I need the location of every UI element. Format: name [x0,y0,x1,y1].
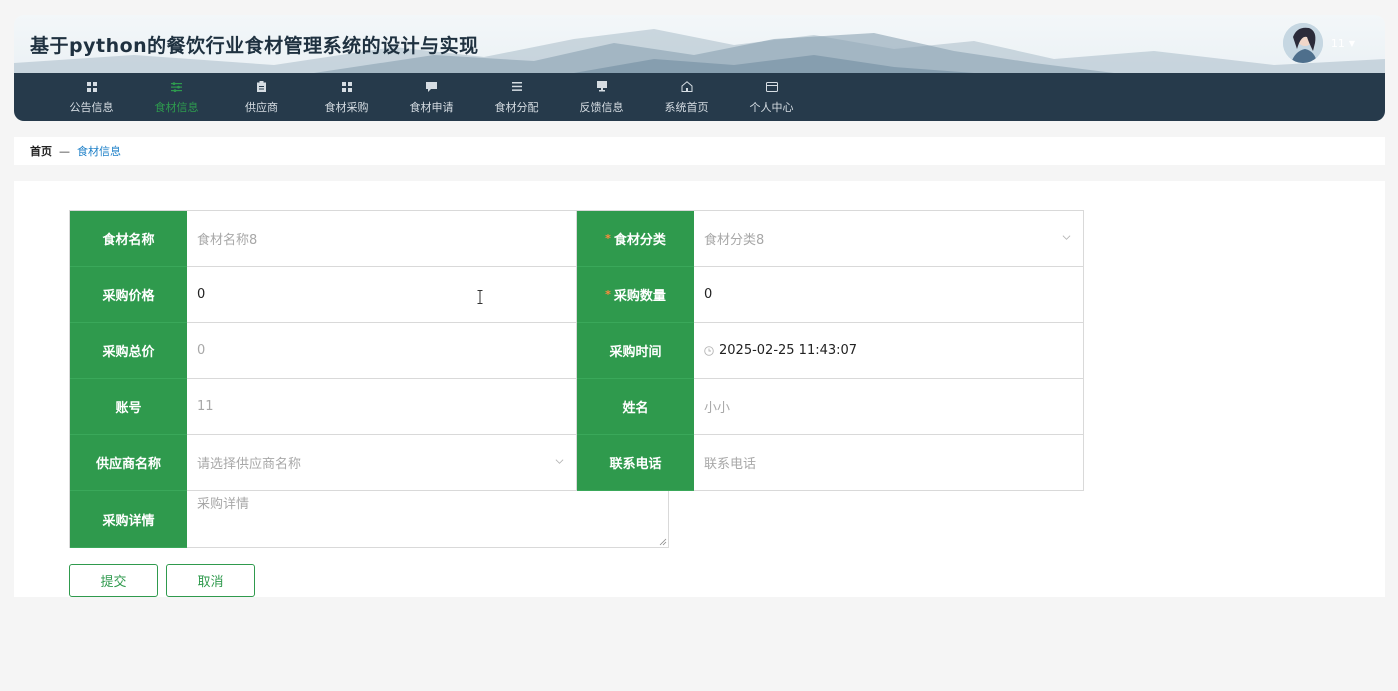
home-icon [681,80,693,94]
main-nav: 公告信息 食材信息 供应商 食材采购 食材申请 食材分配 反馈信息 系统首页 个… [14,73,1385,121]
nav-label: 食材分配 [494,100,539,114]
breadcrumb-home[interactable]: 首页 [30,143,52,159]
menu-icon [511,80,522,94]
user-name[interactable]: 11 [1331,37,1345,50]
contact-phone-label: 联系电话 [577,435,694,491]
nav-label: 个人中心 [749,100,794,114]
breadcrumb: 首页 — 食材信息 [14,137,1385,165]
user-menu[interactable]: 11 ▼ [1282,23,1355,63]
nav-item-home[interactable]: 系统首页 [644,73,729,121]
text-cursor-icon [477,290,483,304]
avatar[interactable] [1282,23,1323,63]
name-label: 姓名 [577,379,694,435]
grid-icon [341,80,352,94]
contact-phone-input[interactable]: 联系电话 [694,435,1084,491]
nav-item-feedback[interactable]: 反馈信息 [559,73,644,121]
purchase-price-input[interactable]: 0 [187,267,577,323]
supplier-name-select[interactable]: 请选择供应商名称 [187,435,577,491]
chevron-down-icon [555,459,564,464]
name-field: 小小 [694,379,1084,435]
form-actions: 提交 取消 [69,564,255,597]
form-row: 采购价格 0 * 采购数量 0 [70,267,1084,323]
nav-label: 食材信息 [154,100,199,114]
form-row: 账号 11 姓名 小小 [70,379,1084,435]
clock-icon [704,345,714,356]
nav-item-food-info[interactable]: 食材信息 [134,73,219,121]
food-info-form: 食材名称 食材名称8 * 食材分类 食材分类8 采购价格 0 * 采购数量 0 采购… [69,210,1084,548]
food-name-input[interactable]: 食材名称8 [187,211,577,267]
purchase-time-label: 采购时间 [577,323,694,379]
breadcrumb-current: 食材信息 [77,145,121,158]
site-title: 基于python的餐饮行业食材管理系统的设计与实现 [30,35,479,57]
site-header: 基于python的餐饮行业食材管理系统的设计与实现 11 ▼ 公告信息 食材信息 [14,15,1385,121]
purchase-price-label: 采购价格 [70,267,187,323]
nav-label: 食材申请 [409,100,454,114]
purchase-time-picker[interactable]: 2025-02-25 11:43:07 [694,323,1084,379]
nav-label: 反馈信息 [579,100,624,114]
form-row: 采购总价 0 采购时间 2025-02-25 11:43:07 [70,323,1084,379]
food-category-select[interactable]: 食材分类8 [694,211,1084,267]
purchase-qty-label: * 采购数量 [577,267,694,323]
wallet-icon [765,80,778,94]
nav-label: 公告信息 [69,100,114,114]
sliders-icon [171,80,182,94]
purchase-detail-textarea[interactable]: 采购详情 [187,491,669,548]
submit-button[interactable]: 提交 [69,564,158,597]
nav-item-personal-center[interactable]: 个人中心 [729,73,814,121]
food-category-label: * 食材分类 [577,211,694,267]
supplier-name-label: 供应商名称 [70,435,187,491]
required-mark: * [605,232,611,245]
account-field: 11 [187,379,577,435]
purchase-detail-label: 采购详情 [70,491,187,548]
nav-item-food-purchase[interactable]: 食材采购 [304,73,389,121]
purchase-total-label: 采购总价 [70,323,187,379]
cancel-button[interactable]: 取消 [166,564,255,597]
caret-down-icon[interactable]: ▼ [1349,39,1355,48]
form-row: 供应商名称 请选择供应商名称 联系电话 联系电话 [70,435,1084,491]
nav-item-food-request[interactable]: 食材申请 [389,73,474,121]
form-row: 采购详情 采购详情 [70,491,1084,548]
grid-icon [86,80,97,94]
resize-handle-icon[interactable] [659,538,667,546]
monitor-icon [596,80,607,94]
nav-item-announcements[interactable]: 公告信息 [49,73,134,121]
clipboard-icon [257,80,266,94]
nav-label: 系统首页 [664,100,709,114]
breadcrumb-separator: — [59,144,70,158]
nav-item-food-allocation[interactable]: 食材分配 [474,73,559,121]
form-row: 食材名称 食材名称8 * 食材分类 食材分类8 [70,211,1084,267]
chevron-down-icon [1062,235,1071,240]
chat-icon [426,80,437,94]
nav-item-suppliers[interactable]: 供应商 [219,73,304,121]
form-panel: 食材名称 食材名称8 * 食材分类 食材分类8 采购价格 0 * 采购数量 0 采购… [14,181,1385,597]
purchase-qty-input[interactable]: 0 [694,267,1084,323]
purchase-total-field: 0 [187,323,577,379]
required-mark: * [605,288,611,301]
food-name-label: 食材名称 [70,211,187,267]
account-label: 账号 [70,379,187,435]
nav-label: 食材采购 [324,100,369,114]
nav-label: 供应商 [245,100,278,114]
